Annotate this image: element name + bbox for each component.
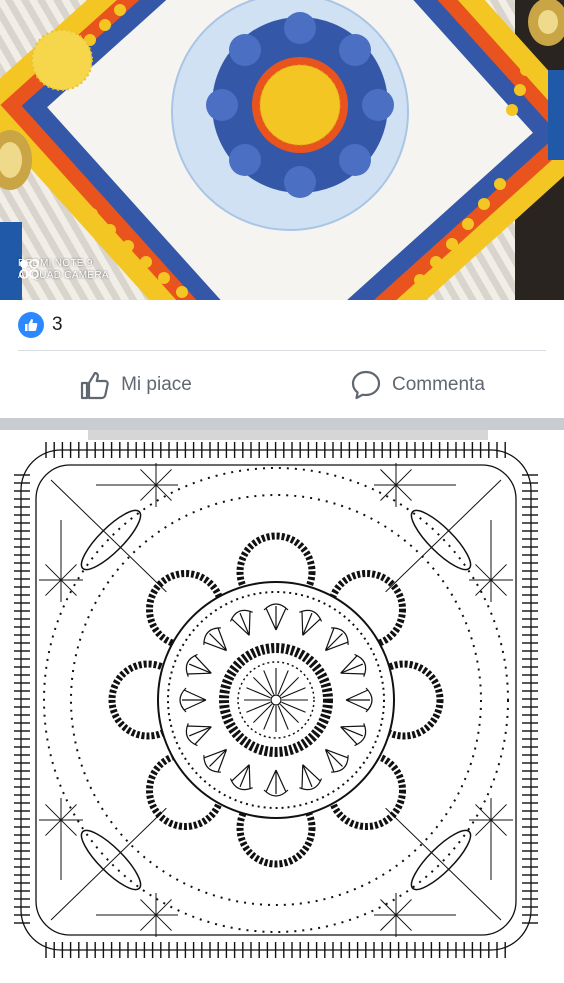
camera-lens-icon bbox=[19, 259, 39, 279]
reaction-count[interactable]: 3 bbox=[52, 314, 63, 336]
comment-label: Commenta bbox=[391, 374, 485, 395]
section-separator bbox=[0, 418, 564, 430]
like-button[interactable]: Mi piace bbox=[79, 369, 192, 401]
like-icon[interactable] bbox=[18, 312, 44, 338]
divider bbox=[18, 350, 546, 351]
pattern-diagram[interactable] bbox=[0, 430, 564, 978]
post-actions: Mi piace Commenta bbox=[0, 352, 564, 418]
like-label: Mi piace bbox=[121, 374, 192, 395]
camera-watermark: REDMI NOTE 9 AI QUAD CAMERA bbox=[18, 258, 109, 282]
crochet-chart-image bbox=[14, 442, 538, 958]
reactions-bar: 3 bbox=[0, 300, 564, 350]
comment-button[interactable]: Commenta bbox=[350, 369, 485, 401]
crochet-granny-square-photo bbox=[0, 0, 564, 300]
comment-bubble-icon bbox=[351, 370, 381, 400]
photo-edge-strip bbox=[88, 430, 488, 440]
post-photo[interactable]: REDMI NOTE 9 AI QUAD CAMERA bbox=[0, 0, 564, 300]
thumbs-up-icon bbox=[80, 371, 109, 400]
